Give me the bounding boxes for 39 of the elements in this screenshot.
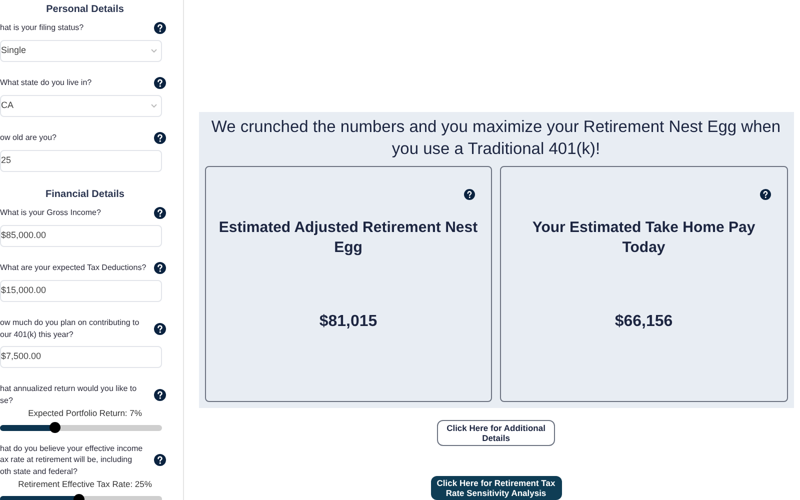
help-icon[interactable] xyxy=(154,22,166,34)
section-heading: Financial Details xyxy=(44,188,126,202)
field-label: hat annualized return would you like to se? xyxy=(0,383,137,406)
field-label: hat is your filing status? xyxy=(0,22,84,34)
slider-caption: Expected Portfolio Return: 7% xyxy=(27,407,143,420)
field-label: ow much do you plan on contributing to our 401(k) this year? xyxy=(0,317,140,340)
help-icon[interactable] xyxy=(154,388,166,400)
help-icon[interactable] xyxy=(154,132,166,144)
input-field[interactable]: $15,000.00 xyxy=(0,280,162,302)
card-title: Estimated Adjusted Retirement Nest Egg xyxy=(218,218,479,258)
input-field[interactable]: $85,000.00 xyxy=(0,225,162,247)
action-button[interactable]: Click Here for Additional Details xyxy=(437,420,555,446)
field-label: What state do you live in? xyxy=(0,77,92,89)
chevron-icon xyxy=(151,49,157,53)
card-value: $81,015 xyxy=(319,312,378,332)
action-button[interactable]: Click Here for Retirement Tax Rate Sensitivity Analysis xyxy=(430,476,562,500)
card-value: $66,156 xyxy=(614,312,673,332)
input-field[interactable]: $7,500.00 xyxy=(0,346,162,368)
help-icon[interactable] xyxy=(154,262,166,274)
slider-thumb[interactable] xyxy=(50,422,61,434)
field-label: What is your Gross Income? xyxy=(0,207,101,219)
field-label: hat do you believe your effective income ax rate at retirement will be, including oth state and federal? xyxy=(0,442,143,478)
result-headline: We crunched the numbers and you maximize your Retirement Nest Egg when you use a Traditional 401(k)! xyxy=(210,117,782,160)
help-icon[interactable] xyxy=(154,454,166,466)
input-field[interactable]: 25 xyxy=(0,150,162,172)
select-field[interactable]: Single xyxy=(0,40,162,62)
chevron-icon xyxy=(151,104,157,108)
card-title: Your Estimated Take Home Pay Today xyxy=(531,218,756,258)
slider-track[interactable] xyxy=(0,424,162,431)
field-label: ow old are you? xyxy=(0,132,56,144)
help-icon[interactable] xyxy=(154,207,166,219)
section-heading: Personal Details xyxy=(45,3,125,17)
select-field[interactable]: CA xyxy=(0,95,162,117)
help-icon[interactable] xyxy=(154,322,166,334)
help-icon[interactable] xyxy=(760,189,770,200)
slider-caption: Retirement Effective Tax Rate: 25% xyxy=(17,478,153,491)
field-label: What are your expected Tax Deductions? xyxy=(0,262,146,274)
help-icon[interactable] xyxy=(154,77,166,89)
help-icon[interactable] xyxy=(464,189,475,200)
